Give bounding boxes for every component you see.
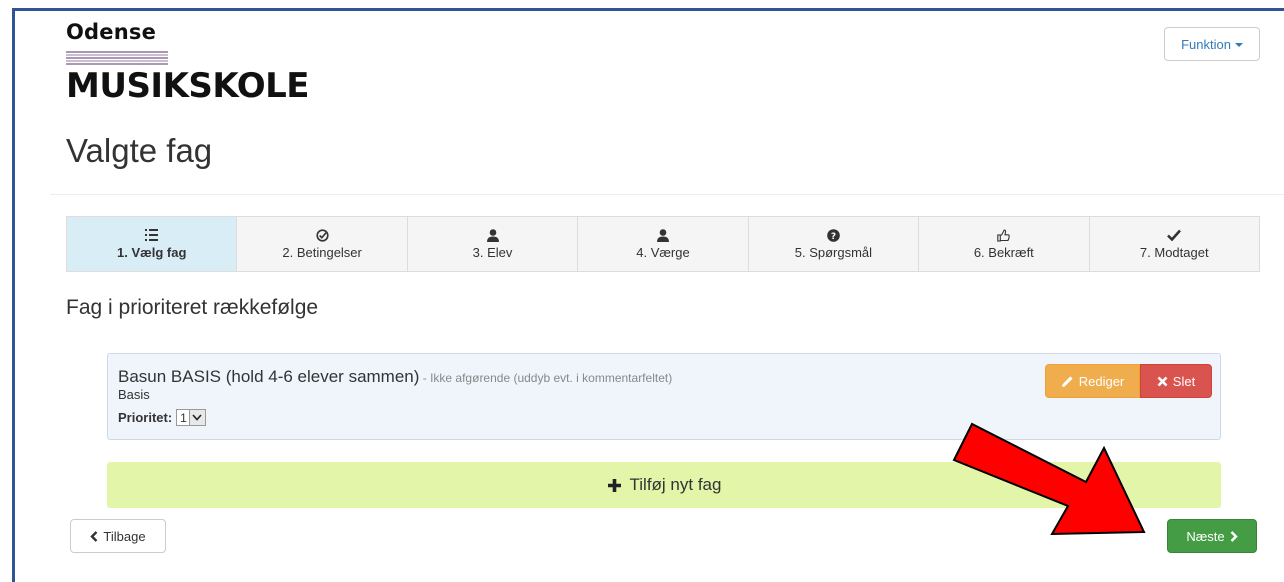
- close-icon: [1157, 376, 1168, 386]
- chevron-down-icon: [188, 410, 205, 425]
- step-label: 1. Vælg fag: [117, 245, 187, 260]
- caret-down-icon: [1234, 43, 1243, 47]
- subject-name: Basun BASIS (hold 4-6 elever sammen): [118, 367, 420, 386]
- delete-button-label: Slet: [1172, 373, 1196, 389]
- plus-icon: [607, 478, 621, 492]
- list-icon: [145, 228, 159, 242]
- priority-row: Prioritet: 1: [118, 409, 206, 426]
- odense-musikskole-logo[interactable]: Odense MUSIKSKOLE: [66, 20, 356, 110]
- step-3-student[interactable]: 3. Elev: [407, 217, 579, 271]
- add-subject-label: Tilføj nyt fag: [629, 475, 722, 494]
- window-border-left: [12, 8, 15, 582]
- next-button-label: Næste: [1186, 528, 1225, 544]
- chevron-right-icon: [1230, 530, 1238, 542]
- step-1-choose-subject[interactable]: 1. Vælg fag: [67, 217, 238, 271]
- step-5-questions[interactable]: ? 5. Spørgsmål: [748, 217, 920, 271]
- step-7-received[interactable]: 7. Modtaget: [1089, 217, 1259, 271]
- step-6-confirm[interactable]: 6. Bekræft: [919, 217, 1090, 271]
- edit-button[interactable]: Rediger: [1045, 364, 1140, 398]
- window-border-top: [12, 8, 1284, 11]
- delete-button[interactable]: Slet: [1140, 364, 1212, 398]
- chevron-left-icon: [90, 530, 98, 542]
- next-button[interactable]: Næste: [1167, 519, 1257, 553]
- priority-select[interactable]: 1: [176, 409, 206, 426]
- user-icon: [486, 228, 499, 242]
- question-icon: ?: [827, 228, 840, 242]
- step-label: 3. Elev: [472, 245, 513, 260]
- step-label: 2. Betingelser: [282, 245, 362, 260]
- back-button[interactable]: Tilbage: [70, 519, 166, 553]
- function-dropdown-button[interactable]: Funktion: [1164, 27, 1260, 61]
- subject-level: Basis: [118, 387, 150, 402]
- user-icon: [656, 228, 669, 242]
- priority-value: 1: [180, 410, 187, 425]
- step-2-conditions[interactable]: 2. Betingelser: [237, 217, 408, 271]
- step-label: 5. Spørgsmål: [794, 245, 873, 260]
- subject-note: - Ikke afgørende (uddyb evt. i kommentar…: [419, 371, 673, 385]
- section-title: Fag i prioriteret rækkefølge: [66, 296, 319, 319]
- red-arrow-annotation: [952, 422, 1146, 536]
- subject-heading: Basun BASIS (hold 4-6 elever sammen) - I…: [118, 367, 672, 387]
- check-circle-icon: [316, 228, 329, 242]
- divider: [50, 194, 1284, 195]
- svg-text:?: ?: [831, 232, 836, 242]
- priority-label: Prioritet:: [118, 410, 173, 425]
- window-margin: [0, 0, 12, 582]
- step-label: 7. Modtaget: [1139, 245, 1209, 260]
- edit-button-label: Rediger: [1078, 373, 1125, 389]
- checkmark-icon: [1167, 228, 1182, 242]
- pencil-icon: [1061, 375, 1073, 387]
- logo-top-text: Odense: [66, 20, 157, 44]
- logo-bottom-text: MUSIKSKOLE: [66, 66, 310, 106]
- step-label: 4. Værge: [636, 245, 690, 260]
- wizard-steps: 1. Vælg fag 2. Betingelser 3. Elev 4. Væ…: [66, 216, 1260, 272]
- back-button-label: Tilbage: [103, 528, 146, 544]
- step-label: 6. Bekræft: [973, 245, 1034, 260]
- step-4-guardian[interactable]: 4. Værge: [578, 217, 749, 271]
- function-button-label: Funktion: [1181, 36, 1231, 52]
- page-title: Valgte fag: [66, 132, 213, 169]
- thumbs-up-icon: [997, 228, 1011, 242]
